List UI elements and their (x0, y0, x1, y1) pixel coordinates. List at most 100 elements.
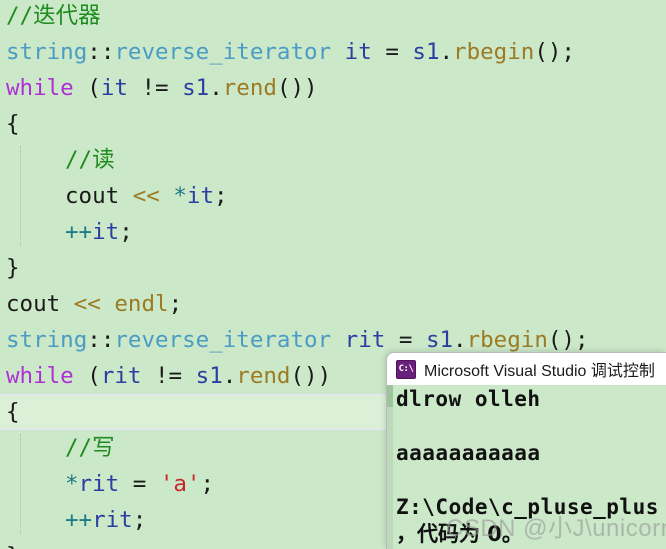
console-title-bar[interactable]: C:\ Microsoft Visual Studio 调试控制 (387, 353, 666, 385)
code-token: 'a' (159, 471, 201, 497)
code-token: . (439, 39, 454, 65)
code-token: . (222, 363, 237, 389)
code-token: :: (87, 327, 115, 353)
code-token: << (73, 291, 101, 317)
code-token: rit (100, 363, 142, 389)
code-token: (); (547, 327, 589, 353)
code-token: } (6, 255, 20, 281)
code-token: ; (119, 219, 133, 245)
code-token: cout (6, 291, 61, 317)
console-output-area[interactable]: dlrow olleh aaaaaaaaaaa Z:\Code\c_pluse_pl… (387, 385, 666, 549)
code-token: . (453, 327, 467, 353)
visual-studio-debug-console-window[interactable]: C:\ Microsoft Visual Studio 调试控制 dlrow o… (386, 352, 666, 549)
code-token: ()) (290, 363, 332, 389)
code-token: rbegin (453, 39, 535, 65)
code-token: ( (87, 363, 101, 389)
code-token: while (6, 363, 74, 389)
code-token: ; (200, 471, 215, 497)
console-output-line: ，代码为 0。 (396, 522, 523, 546)
console-window-icon: C:\ (396, 359, 416, 379)
code-token: s1 (425, 327, 454, 353)
code-token: while (6, 75, 74, 101)
code-token: * (173, 183, 187, 209)
code-token: rend (222, 75, 277, 101)
code-token: s1 (195, 363, 223, 389)
code-token: string (6, 327, 88, 353)
code-token: rbegin (466, 327, 548, 353)
code-token: != (141, 75, 169, 101)
code-token: :: (87, 39, 115, 65)
code-token: it (100, 75, 128, 101)
code-line[interactable]: while (it != s1.rend()) (0, 70, 666, 106)
code-token: != (155, 363, 183, 389)
code-token: rit (92, 507, 133, 533)
code-token: ; (168, 291, 183, 317)
code-token: = (385, 39, 399, 65)
code-token: ()) (276, 75, 318, 101)
code-token: ( (87, 75, 101, 101)
code-token: s1 (182, 75, 210, 101)
code-line[interactable]: { (0, 106, 666, 142)
code-token: (); (534, 39, 575, 65)
code-token: { (6, 111, 20, 137)
code-token: s1 (412, 39, 440, 65)
code-token: << (132, 183, 160, 209)
console-output-line: Z:\Code\c_pluse_plus (396, 495, 659, 519)
code-token: //迭代器 (6, 3, 101, 29)
code-token: rit (344, 327, 386, 353)
code-token: endl (114, 291, 169, 317)
code-token: rend (236, 363, 291, 389)
code-token: string (6, 39, 88, 65)
console-icon-label: C:\ (398, 363, 414, 374)
code-line[interactable]: cout << endl; (0, 286, 666, 322)
code-token: * (65, 471, 79, 497)
code-line[interactable]: ++it; (0, 214, 666, 250)
code-token: it (92, 219, 120, 245)
code-token: it (344, 39, 372, 65)
code-token: ; (214, 183, 228, 209)
code-token: cout (65, 183, 120, 209)
code-token: //写 (65, 435, 115, 461)
console-output-line: aaaaaaaaaaa (396, 441, 541, 465)
code-line[interactable]: } (0, 250, 666, 286)
code-token: . (209, 75, 223, 101)
code-token: = (132, 471, 147, 497)
console-scrollbar-thumb[interactable] (387, 385, 393, 407)
code-token: rit (78, 471, 120, 497)
code-token: ++ (65, 507, 93, 533)
code-token: //读 (65, 147, 115, 173)
code-token: ++ (65, 219, 93, 245)
console-title-text: Microsoft Visual Studio 调试控制 (424, 363, 655, 380)
console-scrollbar-track[interactable] (387, 385, 393, 549)
console-output-line: dlrow olleh (396, 387, 541, 411)
code-token: it (186, 183, 215, 209)
code-token: { (6, 399, 20, 425)
code-token: ; (132, 507, 147, 533)
code-token: reverse_iterator (114, 39, 332, 65)
code-line[interactable]: //迭代器 (0, 0, 666, 34)
code-line[interactable]: cout << *it; (0, 178, 666, 214)
code-line[interactable]: string::reverse_iterator it = s1.rbegin(… (0, 34, 666, 70)
code-token: = (398, 327, 413, 353)
code-line[interactable]: //读 (0, 142, 666, 178)
code-token: } (6, 543, 20, 549)
code-token: reverse_iterator (114, 327, 332, 353)
